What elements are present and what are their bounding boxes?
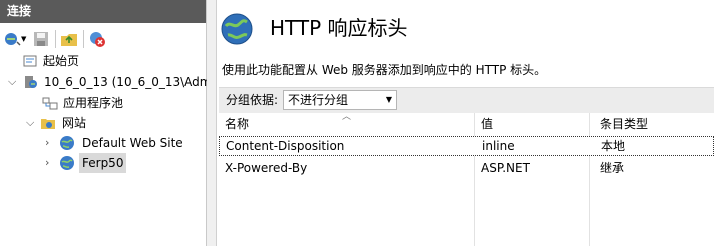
save-icon[interactable] — [32, 30, 50, 48]
connect-icon[interactable] — [3, 30, 21, 48]
table-row[interactable]: Content-Disposition inline 本地 — [219, 136, 714, 156]
server-icon — [25, 76, 37, 88]
column-header-type[interactable]: 条目类型 — [600, 113, 648, 135]
cell-name: Content-Disposition — [226, 139, 345, 153]
sites-folder-icon — [41, 119, 55, 129]
connect-dropdown-icon[interactable]: ▼ — [21, 35, 26, 43]
connections-toolbar: ▼ — [0, 26, 206, 52]
sort-up-icon: ︿ — [342, 112, 352, 122]
group-by-label: 分组依据: — [226, 93, 279, 107]
tree-item-label: Ferp50 — [79, 153, 127, 173]
globe-icon — [221, 13, 253, 45]
table-row[interactable]: X-Powered-By ASP.NET 继承 — [219, 158, 714, 178]
filter-bar: 分组依据: 不进行分组 ▼ — [219, 87, 714, 113]
folder-up-icon[interactable] — [60, 30, 78, 48]
tree-item-label: 网站 — [62, 116, 87, 130]
page-title: HTTP 响应标头 — [270, 16, 408, 40]
disconnect-icon[interactable] — [88, 30, 106, 48]
expand-icon[interactable]: › — [45, 133, 55, 153]
site-globe-icon — [60, 136, 74, 150]
cell-type: 继承 — [600, 161, 625, 175]
group-by-value: 不进行分组 — [288, 93, 349, 107]
collapse-icon[interactable]: ⌵ — [8, 72, 18, 92]
headers-table: ︿ 名称 值 条目类型 Content-Disposition inline 本… — [219, 112, 714, 246]
column-header-value[interactable]: 值 — [481, 113, 493, 135]
start-page-icon — [23, 55, 37, 67]
column-header-name[interactable]: 名称 — [225, 113, 249, 135]
cell-value: inline — [482, 139, 515, 153]
splitter[interactable] — [207, 0, 217, 246]
expand-icon[interactable]: › — [45, 153, 55, 173]
group-by-select[interactable]: 不进行分组 ▼ — [283, 90, 397, 110]
page-description: 使用此功能配置从 Web 服务器添加到响应中的 HTTP 标头。 — [222, 63, 547, 77]
tree-item-label: 10_6_0_13 (10_6_0_13\Adm — [44, 75, 212, 89]
site-globe-icon — [60, 156, 74, 170]
cell-value: ASP.NET — [481, 161, 530, 175]
app-pool-icon — [42, 97, 58, 110]
connections-header: 连接 — [0, 0, 206, 23]
connections-panel: 连接 ▼ 起始页 ⌵ 10_6_0_13 (10_6_0_13\Adm 应用程序… — [0, 0, 211, 246]
tree-item-label: 应用程序池 — [63, 96, 124, 110]
dropdown-arrow-icon: ▼ — [385, 95, 392, 104]
tree-item-label: Default Web Site — [82, 136, 183, 150]
tree-item-label: 起始页 — [43, 54, 80, 68]
collapse-icon[interactable]: ⌵ — [26, 113, 36, 133]
cell-type: 本地 — [601, 139, 626, 153]
cell-name: X-Powered-By — [225, 161, 308, 175]
